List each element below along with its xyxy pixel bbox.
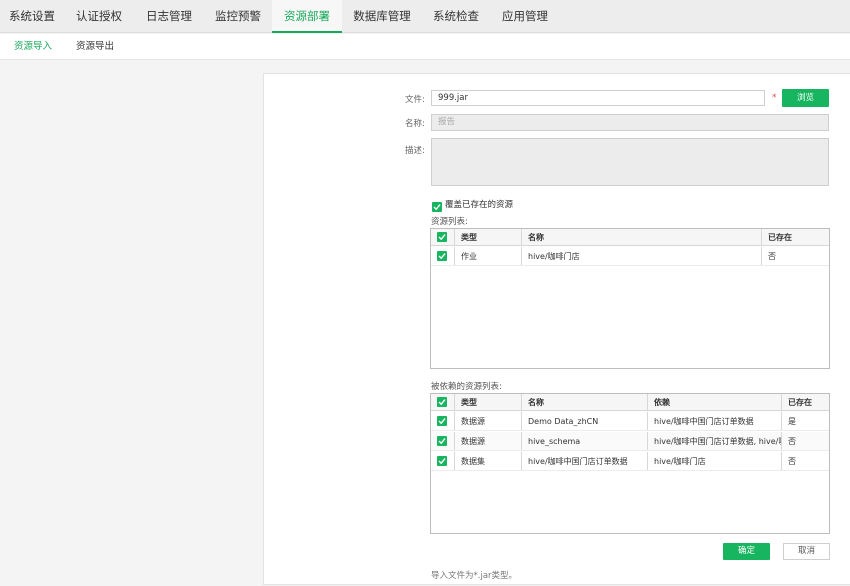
row-checkbox[interactable] bbox=[431, 412, 453, 430]
check-icon bbox=[438, 399, 446, 406]
check-icon bbox=[438, 253, 446, 260]
cell-type: 数据源 bbox=[454, 432, 521, 450]
resource-list-title: 资源列表: bbox=[431, 217, 468, 227]
description-textarea[interactable] bbox=[431, 138, 829, 186]
file-label: 文件: bbox=[405, 95, 425, 105]
cell-name: hive/咖啡中国门店订单数据 bbox=[521, 452, 647, 470]
tab-database[interactable]: 数据库管理 bbox=[342, 0, 422, 33]
dependency-list-title: 被依赖的资源列表: bbox=[431, 382, 502, 392]
column-name: 名称 bbox=[521, 229, 761, 245]
cell-exists: 否 bbox=[781, 452, 829, 470]
select-all-dependencies[interactable] bbox=[431, 394, 453, 410]
tab-logs[interactable]: 日志管理 bbox=[134, 0, 204, 33]
cell-dependency: hive/咖啡门店 bbox=[647, 452, 781, 470]
cell-name: hive_schema bbox=[521, 432, 647, 450]
cell-name: Demo Data_zhCN bbox=[521, 412, 647, 430]
table-row[interactable]: 数据源 hive_schema hive/咖啡中国门店订单数据, hive/咖啡… bbox=[431, 432, 829, 451]
dependency-list-header: 类型 名称 依赖 已存在 bbox=[431, 394, 829, 411]
column-type: 类型 bbox=[454, 394, 521, 410]
cell-dependency: hive/咖啡中国门店订单数据 bbox=[647, 412, 781, 430]
check-icon bbox=[438, 418, 446, 425]
required-mark: * bbox=[772, 93, 777, 103]
table-row[interactable]: 数据源 Demo Data_zhCN hive/咖啡中国门店订单数据 是 bbox=[431, 412, 829, 431]
subtab-resource-export[interactable]: 资源导出 bbox=[76, 34, 114, 60]
check-icon bbox=[438, 458, 446, 465]
name-label: 名称: bbox=[405, 119, 425, 129]
cancel-button[interactable]: 取消 bbox=[783, 543, 830, 560]
tab-auth[interactable]: 认证授权 bbox=[64, 0, 134, 33]
cell-exists: 否 bbox=[761, 247, 829, 265]
row-checkbox[interactable] bbox=[431, 432, 453, 450]
column-exists: 已存在 bbox=[761, 229, 829, 245]
sub-navigation: 资源导入 资源导出 bbox=[0, 34, 850, 60]
column-dependency: 依赖 bbox=[647, 394, 781, 410]
tab-system-settings[interactable]: 系统设置 bbox=[0, 0, 64, 33]
description-label: 描述: bbox=[405, 146, 425, 156]
dependency-list-table: 类型 名称 依赖 已存在 数据源 Demo Data_zhCN hive/咖啡中… bbox=[430, 393, 830, 534]
subtab-resource-import[interactable]: 资源导入 bbox=[14, 34, 52, 60]
overwrite-checkbox[interactable] bbox=[432, 197, 442, 216]
cell-type: 作业 bbox=[454, 247, 521, 265]
column-name: 名称 bbox=[521, 394, 647, 410]
check-icon bbox=[433, 204, 441, 211]
table-row[interactable]: 数据集 hive/咖啡中国门店订单数据 hive/咖啡门店 否 bbox=[431, 452, 829, 471]
file-input[interactable]: 999.jar bbox=[431, 90, 765, 106]
row-checkbox[interactable] bbox=[431, 247, 453, 265]
top-navigation: 系统设置 认证授权 日志管理 监控预警 资源部署 数据库管理 系统检查 应用管理 bbox=[0, 0, 850, 33]
resource-list-table: 类型 名称 已存在 作业 hive/咖啡门店 否 bbox=[430, 228, 830, 369]
column-type: 类型 bbox=[454, 229, 521, 245]
row-checkbox[interactable] bbox=[431, 452, 453, 470]
tab-system-check[interactable]: 系统检查 bbox=[422, 0, 490, 33]
tab-monitoring[interactable]: 监控预警 bbox=[204, 0, 272, 33]
check-icon bbox=[438, 234, 446, 241]
select-all-resources[interactable] bbox=[431, 229, 453, 245]
tab-resource-deploy[interactable]: 资源部署 bbox=[272, 0, 342, 33]
cell-dependency: hive/咖啡中国门店订单数据, hive/咖啡门店 bbox=[647, 432, 781, 450]
name-input[interactable]: 报告 bbox=[431, 114, 829, 131]
import-panel: 文件: 999.jar * 浏览 名称: 报告 描述: 覆盖已存在的资源 资源列… bbox=[263, 73, 850, 585]
check-icon bbox=[438, 438, 446, 445]
tab-app-management[interactable]: 应用管理 bbox=[490, 0, 560, 33]
column-exists: 已存在 bbox=[781, 394, 829, 410]
browse-button[interactable]: 浏览 bbox=[782, 89, 829, 107]
cell-type: 数据集 bbox=[454, 452, 521, 470]
cell-exists: 是 bbox=[781, 412, 829, 430]
table-row[interactable]: 作业 hive/咖啡门店 否 bbox=[431, 247, 829, 266]
confirm-button[interactable]: 确定 bbox=[723, 543, 770, 560]
cell-exists: 否 bbox=[781, 432, 829, 450]
cell-name: hive/咖啡门店 bbox=[521, 247, 761, 265]
overwrite-label: 覆盖已存在的资源 bbox=[445, 200, 514, 210]
resource-list-header: 类型 名称 已存在 bbox=[431, 229, 829, 246]
file-type-hint: 导入文件为*.jar类型。 bbox=[431, 571, 518, 581]
cell-type: 数据源 bbox=[454, 412, 521, 430]
